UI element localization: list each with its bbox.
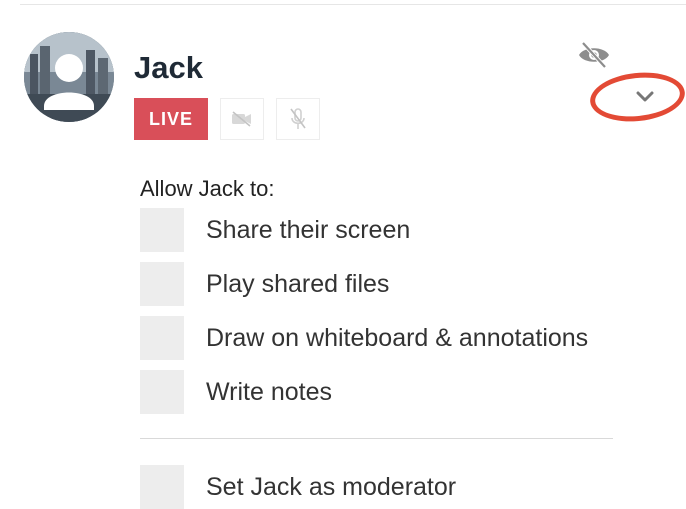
moderator-checkbox[interactable] <box>140 465 184 509</box>
permission-moderator[interactable]: Set Jack as moderator <box>140 465 456 509</box>
permission-label: Play shared files <box>206 269 390 298</box>
permission-label: Share their screen <box>206 215 411 244</box>
permission-play-files[interactable]: Play shared files <box>140 262 389 306</box>
hide-participant-button[interactable] <box>576 40 612 70</box>
write-notes-checkbox[interactable] <box>140 370 184 414</box>
avatar <box>24 32 114 122</box>
live-badge: LIVE <box>134 98 208 140</box>
participant-name: Jack <box>134 50 203 85</box>
permission-label: Write notes <box>206 377 332 406</box>
top-divider <box>20 4 686 5</box>
permission-write-notes[interactable]: Write notes <box>140 370 332 414</box>
camera-toggle-button[interactable] <box>220 98 264 140</box>
mic-off-icon <box>290 108 306 129</box>
permission-label: Set Jack as moderator <box>206 472 457 501</box>
permission-share-screen[interactable]: Share their screen <box>140 208 410 252</box>
user-silhouette-icon <box>24 32 114 122</box>
section-divider <box>140 438 613 439</box>
participant-status-bar: LIVE <box>134 98 320 140</box>
expand-participant-button[interactable] <box>627 85 663 107</box>
camera-off-icon <box>232 111 251 127</box>
draw-whiteboard-checkbox[interactable] <box>140 316 184 360</box>
permission-draw-whiteboard[interactable]: Draw on whiteboard & annotations <box>140 316 588 360</box>
chevron-down-icon <box>636 91 654 101</box>
share-screen-checkbox[interactable] <box>140 208 184 252</box>
eye-off-icon <box>579 41 609 69</box>
microphone-toggle-button[interactable] <box>276 98 320 140</box>
play-files-checkbox[interactable] <box>140 262 184 306</box>
permission-label: Draw on whiteboard & annotations <box>206 323 589 352</box>
permissions-title: Allow Jack to: <box>140 176 275 201</box>
